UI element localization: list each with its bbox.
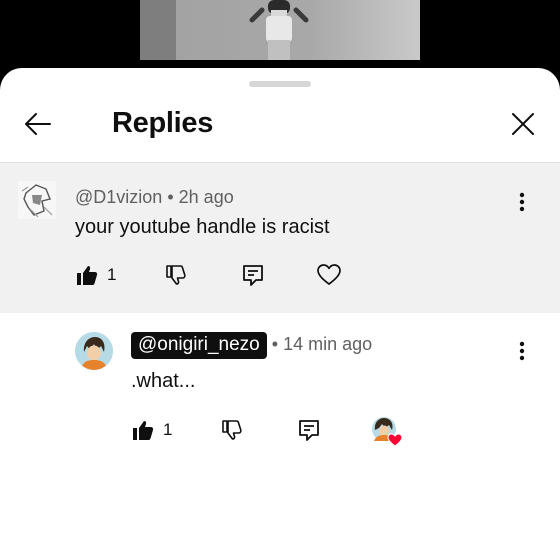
reply-meta: @onigiri_nezo • 14 min ago xyxy=(131,332,372,359)
thumbs-up-filled-icon xyxy=(133,421,154,440)
page-title: Replies xyxy=(112,107,214,139)
reply-author-chip[interactable]: @onigiri_nezo xyxy=(131,332,267,359)
reply-button[interactable] xyxy=(241,263,265,287)
dislike-button[interactable] xyxy=(163,263,187,287)
reply-comment-icon xyxy=(299,420,319,441)
heart-outline-icon xyxy=(317,264,341,285)
like-count: 1 xyxy=(107,265,117,284)
more-options-button[interactable] xyxy=(512,187,532,217)
reply-comment-icon xyxy=(243,265,263,286)
video-frame xyxy=(140,0,420,60)
replies-sheet: Replies @D1vizion • 2h ago your youtube … xyxy=(0,68,560,560)
like-button[interactable]: 1 xyxy=(75,263,116,287)
thumbs-down-icon xyxy=(166,265,186,285)
close-icon xyxy=(512,113,534,135)
avatar[interactable] xyxy=(18,181,56,219)
creator-heart-button[interactable] xyxy=(316,262,342,288)
more-vertical-icon xyxy=(519,192,525,212)
comment-author[interactable]: @D1vizion xyxy=(75,187,162,207)
video-figure-image xyxy=(249,0,309,60)
thumbs-down-icon xyxy=(222,420,242,440)
more-options-button[interactable] xyxy=(512,336,532,366)
like-count: 1 xyxy=(163,420,173,439)
creator-heart-icon xyxy=(372,417,403,447)
more-vertical-icon xyxy=(519,341,525,361)
anime-avatar-image xyxy=(75,332,113,370)
creator-heart-badge xyxy=(371,416,403,448)
arrow-left-icon xyxy=(25,113,51,135)
parent-comment: @D1vizion • 2h ago your youtube handle i… xyxy=(0,163,560,313)
back-button[interactable] xyxy=(20,106,56,142)
comment-time: 2h ago xyxy=(178,187,234,207)
reply-button[interactable] xyxy=(297,418,321,442)
dislike-button[interactable] xyxy=(219,418,243,442)
reply-time: 14 min ago xyxy=(283,334,373,354)
like-button[interactable]: 1 xyxy=(131,418,172,442)
close-button[interactable] xyxy=(505,106,541,142)
reply-text: .what... xyxy=(131,370,196,392)
meta-separator: • xyxy=(271,334,279,354)
avatar[interactable] xyxy=(75,332,113,370)
drag-handle[interactable] xyxy=(249,81,311,87)
meta-separator: • xyxy=(167,187,174,207)
sketch-avatar-image xyxy=(21,184,53,218)
replies-header: Replies xyxy=(0,88,560,163)
comment-text: your youtube handle is racist xyxy=(75,216,330,238)
comment-meta: @D1vizion • 2h ago xyxy=(75,187,234,208)
thumbs-up-filled-icon xyxy=(77,266,98,285)
